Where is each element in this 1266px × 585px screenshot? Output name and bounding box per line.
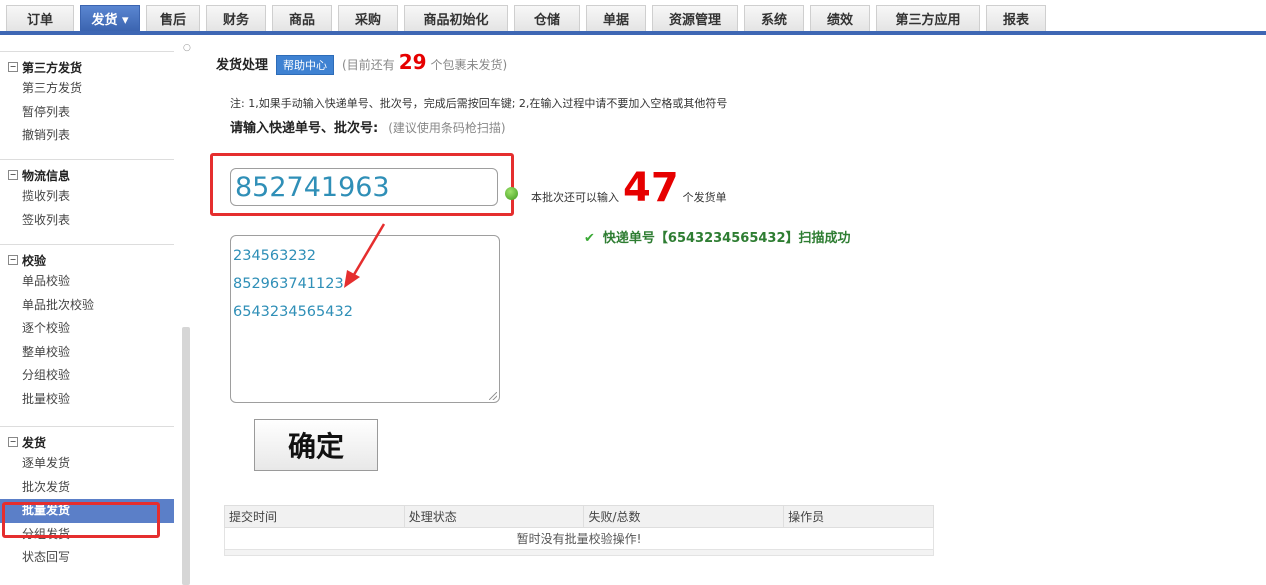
sidebar-group-header[interactable]: − 校验 [0,250,174,270]
sidebar-item[interactable]: 单品校验 [0,270,174,294]
red-arrow-icon [344,223,386,288]
nav-tabs: 订单 发货 ▾ 售后 财务 商品 采购 商品初始化 仓储 单据 资源管理 系统 绩效 第三方应用 报表 [6,5,1046,31]
table-column-header: 失败/总数 [583,505,785,528]
nav-tab[interactable]: 商品 [272,5,332,31]
nav-tab[interactable]: 绩效 [810,5,870,31]
collapse-icon[interactable]: − [8,170,18,180]
table-footer [224,549,934,556]
status-dot-icon [505,187,518,200]
prompt-label: 请输入快递单号、批次号: [230,121,379,136]
table-column-header: 处理状态 [403,505,585,528]
success-text: 快递单号【6543234565432】扫描成功 [602,231,851,246]
sidebar-group: − 第三方发货 第三方发货 暂停列表 撤销列表 [0,57,174,148]
sidebar-divider [0,159,174,160]
sidebar-divider [0,244,174,245]
sidebar-scrollbar[interactable]: ○ [180,37,194,585]
checkmark-icon: ✔ [584,231,595,246]
sidebar-divider [0,426,174,427]
top-nav: 订单 发货 ▾ 售后 财务 商品 采购 商品初始化 仓储 单据 资源管理 系统 绩效 第三方应用 报表 [0,0,1266,37]
nav-tab[interactable]: 售后 [146,5,200,31]
sidebar-item[interactable]: 批次发货 [0,476,174,500]
table-column-header: 操作员 [783,505,934,528]
nav-tab[interactable]: 订单 [6,5,74,31]
sidebar-item[interactable]: 状态回写 [0,546,174,570]
sidebar-group: − 物流信息 揽收列表 签收列表 [0,165,174,232]
sidebar-item[interactable]: 批量校验 [0,388,174,412]
sidebar-group-title: 第三方发货 [22,60,83,75]
prompt-hint: (建议使用条码枪扫描) [388,121,506,135]
confirm-button[interactable]: 确定 [254,419,378,471]
sidebar-group-header[interactable]: − 发货 [0,432,174,452]
highlight-box-input [210,153,514,216]
nav-tab[interactable]: 报表 [986,5,1046,31]
headline: 发货处理 帮助中心 (目前还有 29 个包裹未发货) [216,50,507,75]
page-title: 发货处理 [216,58,269,73]
instruction-note: 注: 1,如果手动输入快递单号、批次号，完成后需按回车键; 2,在输入过程中请不… [230,97,728,110]
nav-bar [0,31,1266,35]
sidebar-item[interactable]: 第三方发货 [0,77,174,101]
pending-count: 29 [398,50,427,74]
scroll-up-icon[interactable]: ○ [183,43,191,53]
nav-tab[interactable]: 仓储 [514,5,580,31]
pending-prefix: (目前还有 [342,58,395,72]
sidebar-group-header[interactable]: − 物流信息 [0,165,174,185]
empty-message: 暂时没有批量校验操作! [224,527,934,550]
nav-tab[interactable]: 系统 [744,5,804,31]
help-center-button[interactable]: 帮助中心 [276,55,335,75]
pending-suffix: 个包裹未发货) [430,58,508,72]
sidebar-group: − 校验 单品校验 单品批次校验 逐个校验 整单校验 分组校验 批量校验 [0,250,174,411]
remain-count: 47 [623,165,679,211]
entered-number: 6543234565432 [233,304,353,320]
scrollbar-thumb[interactable] [182,327,190,585]
collapse-icon[interactable]: − [8,255,18,265]
resize-grip-icon[interactable] [489,392,497,400]
main-panel: 发货处理 帮助中心 (目前还有 29 个包裹未发货) 注: 1,如果手动输入快递单号… [196,37,1266,585]
sidebar-item[interactable]: 揽收列表 [0,185,174,209]
collapse-icon[interactable]: − [8,62,18,72]
sidebar-item[interactable]: 逐单发货 [0,452,174,476]
sidebar-item[interactable]: 签收列表 [0,209,174,233]
table-column-header: 提交时间 [224,505,405,528]
collapse-icon[interactable]: − [8,437,18,447]
nav-tab[interactable]: 财务 [206,5,266,31]
sidebar-group-title: 发货 [22,435,47,450]
remain-info: 本批次还可以输入 47 个发货单 [531,165,727,211]
remain-suffix: 个发货单 [682,191,727,204]
sidebar-group-header[interactable]: − 第三方发货 [0,57,174,77]
batch-table: 提交时间 处理状态 失败/总数 操作员 暂时没有批量校验操作! [224,505,934,556]
table-empty-row: 暂时没有批量校验操作! [224,527,934,550]
nav-tab[interactable]: 资源管理 [652,5,738,31]
scan-success-message: ✔ 快递单号【6543234565432】扫描成功 [584,227,851,246]
highlight-box-sidebar [2,502,160,538]
table-header-row: 提交时间 处理状态 失败/总数 操作员 [224,505,934,528]
sidebar-group-title: 校验 [22,253,47,268]
sidebar-item[interactable]: 暂停列表 [0,101,174,125]
nav-tab[interactable]: 第三方应用 [876,5,980,31]
sidebar-item[interactable]: 整单校验 [0,341,174,365]
nav-tab[interactable]: 商品初始化 [404,5,508,31]
sidebar-group: − 发货 逐单发货 批次发货 批量发货 分组发货 状态回写 [0,432,174,570]
sidebar-group-title: 物流信息 [22,168,71,183]
nav-tab[interactable]: 发货 ▾ [80,5,140,31]
nav-tab[interactable]: 单据 [586,5,646,31]
sidebar-item[interactable]: 单品批次校验 [0,294,174,318]
sidebar-divider [0,51,174,52]
nav-tab[interactable]: 采购 [338,5,398,31]
input-prompt: 请输入快递单号、批次号: (建议使用条码枪扫描) [230,117,506,136]
table-footer-cell [224,549,934,556]
remain-prefix: 本批次还可以输入 [531,191,619,204]
pending-info: (目前还有 29 个包裹未发货) [342,50,507,74]
sidebar-item[interactable]: 撤销列表 [0,124,174,148]
sidebar-item[interactable]: 逐个校验 [0,317,174,341]
sidebar-item[interactable]: 分组校验 [0,364,174,388]
